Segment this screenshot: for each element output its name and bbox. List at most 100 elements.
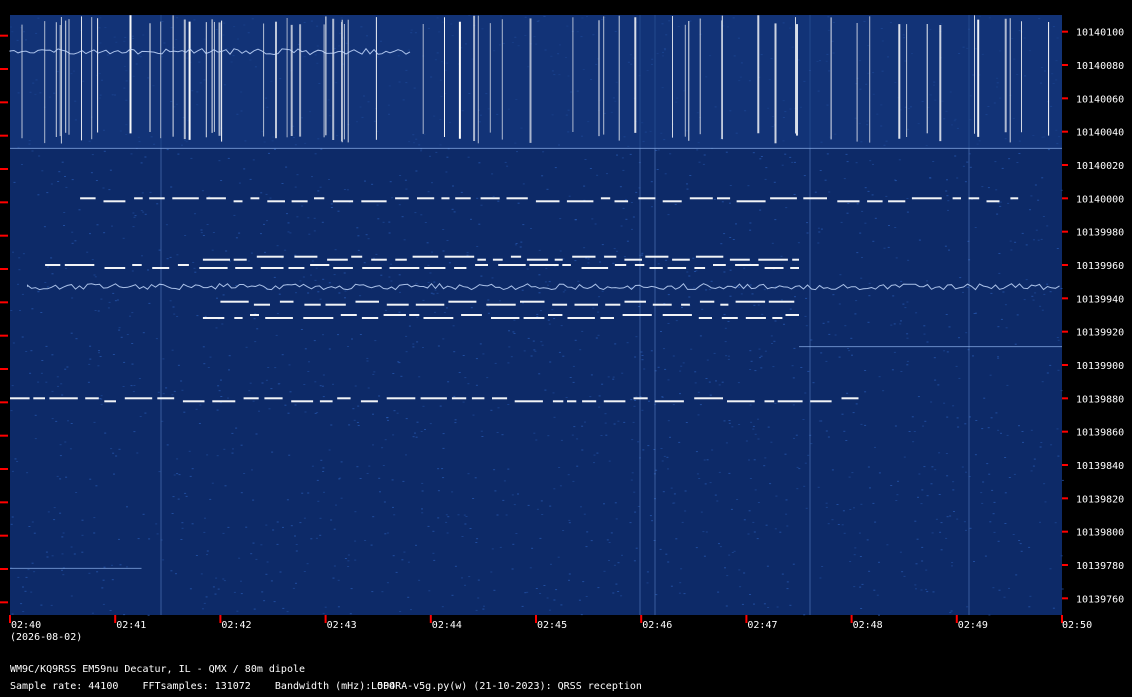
keyed-segment xyxy=(600,197,611,200)
keyed-segment xyxy=(132,264,142,266)
keyed-segment xyxy=(415,303,445,306)
y-tick-label: 10140020 xyxy=(1076,161,1124,172)
keyed-segment xyxy=(717,197,731,200)
keyed-segment xyxy=(792,258,799,261)
y-tick-label: 10140100 xyxy=(1076,28,1124,39)
y-tick-label: 10139920 xyxy=(1076,328,1124,339)
keyed-segment xyxy=(604,255,617,258)
keyed-segment xyxy=(622,314,652,316)
keyed-segment xyxy=(361,317,379,319)
y-tick-label: 10139800 xyxy=(1076,528,1124,539)
x-tick-label: 02:42 xyxy=(221,620,251,631)
keyed-segment xyxy=(361,200,387,203)
keyed-segment xyxy=(624,258,642,261)
keyed-segment xyxy=(267,200,285,203)
keyed-segment xyxy=(451,397,467,400)
keyed-segment xyxy=(772,317,783,319)
keyed-segment xyxy=(681,303,690,306)
waterfall-chart: 10140100 10140080 10140060 10140040 10140020… xyxy=(0,15,1124,631)
keyed-segment xyxy=(803,197,827,200)
keyed-segment xyxy=(303,317,334,319)
keyed-segment xyxy=(562,264,571,266)
keyed-segment xyxy=(417,197,435,200)
y-tick-label: 10139760 xyxy=(1076,594,1124,605)
keyed-segment xyxy=(362,267,382,269)
keyed-segment xyxy=(80,197,96,200)
keyed-segment xyxy=(492,258,503,261)
keyed-segment xyxy=(758,258,788,261)
keyed-segment xyxy=(264,397,283,400)
keyed-segment xyxy=(614,200,629,203)
keyed-segment xyxy=(695,255,724,258)
keyed-segment xyxy=(471,397,485,400)
keyed-segment xyxy=(291,400,314,403)
keyed-segment xyxy=(202,317,225,319)
keyed-segment xyxy=(572,255,596,258)
x-tick-label: 02:40 xyxy=(11,620,41,631)
keyed-segment xyxy=(770,197,797,200)
keyed-segment xyxy=(314,197,325,200)
keyed-segment xyxy=(395,197,409,200)
keyed-segment xyxy=(386,303,409,306)
y-tick-label: 10140080 xyxy=(1076,61,1124,72)
keyed-segment xyxy=(265,317,293,319)
keyed-segment xyxy=(386,397,416,400)
keyed-segment xyxy=(581,267,609,269)
keyed-segment xyxy=(689,197,713,200)
keyed-segment xyxy=(523,317,545,319)
keyed-segment xyxy=(735,264,759,266)
x-tick-label: 02:45 xyxy=(537,620,567,631)
keyed-segment xyxy=(383,314,406,316)
keyed-segment xyxy=(911,197,942,200)
keyed-segment xyxy=(480,197,500,200)
keyed-segment xyxy=(698,317,712,319)
keyed-segment xyxy=(952,197,961,200)
keyed-segment xyxy=(104,400,116,403)
keyed-segment xyxy=(603,400,626,403)
keyed-segment xyxy=(340,314,357,316)
keyed-segment xyxy=(720,303,729,306)
keyed-segment xyxy=(567,317,595,319)
keyed-segment xyxy=(810,400,832,403)
x-tick-label: 02:47 xyxy=(747,620,777,631)
keyed-segment xyxy=(475,264,488,266)
x-tick-label: 02:44 xyxy=(432,620,462,631)
keyed-segment xyxy=(654,400,684,403)
keyed-segment xyxy=(206,197,226,200)
keyed-segment xyxy=(552,400,564,403)
keyed-segment xyxy=(291,200,308,203)
keyed-segment xyxy=(520,300,545,303)
keyed-segment xyxy=(235,267,253,269)
keyed-segment xyxy=(888,200,906,203)
keyed-segment xyxy=(371,258,387,261)
keyed-segment xyxy=(172,197,199,200)
keyed-segment xyxy=(667,267,687,269)
keyed-segment xyxy=(182,400,205,403)
top-noise-band xyxy=(10,15,1062,149)
keyed-segment xyxy=(243,397,259,400)
keyed-segment xyxy=(662,314,692,316)
keyed-segment xyxy=(694,397,723,400)
keyed-segment xyxy=(785,314,799,316)
keyed-segment xyxy=(424,267,446,269)
keyed-segment xyxy=(645,255,669,258)
keyed-segment xyxy=(735,300,766,303)
keyed-segment xyxy=(614,264,627,266)
keyed-segment xyxy=(968,197,980,200)
keyed-segment xyxy=(574,303,598,306)
keyed-segment xyxy=(250,197,260,200)
keyed-segment xyxy=(260,267,284,269)
y-tick-label: 10139980 xyxy=(1076,228,1124,239)
keyed-segment xyxy=(49,397,78,400)
keyed-segment xyxy=(333,267,353,269)
keyed-segment xyxy=(250,314,259,316)
x-tick-label: 02:49 xyxy=(958,620,988,631)
y-tick-label: 10139840 xyxy=(1076,461,1124,472)
keyed-segment xyxy=(220,300,249,303)
keyed-segment xyxy=(337,397,351,400)
date-label: (2026-08-02) xyxy=(10,632,83,643)
keyed-segment xyxy=(486,303,516,306)
keyed-segment xyxy=(552,303,568,306)
keyed-segment xyxy=(177,264,189,266)
keyed-segment xyxy=(605,303,621,306)
